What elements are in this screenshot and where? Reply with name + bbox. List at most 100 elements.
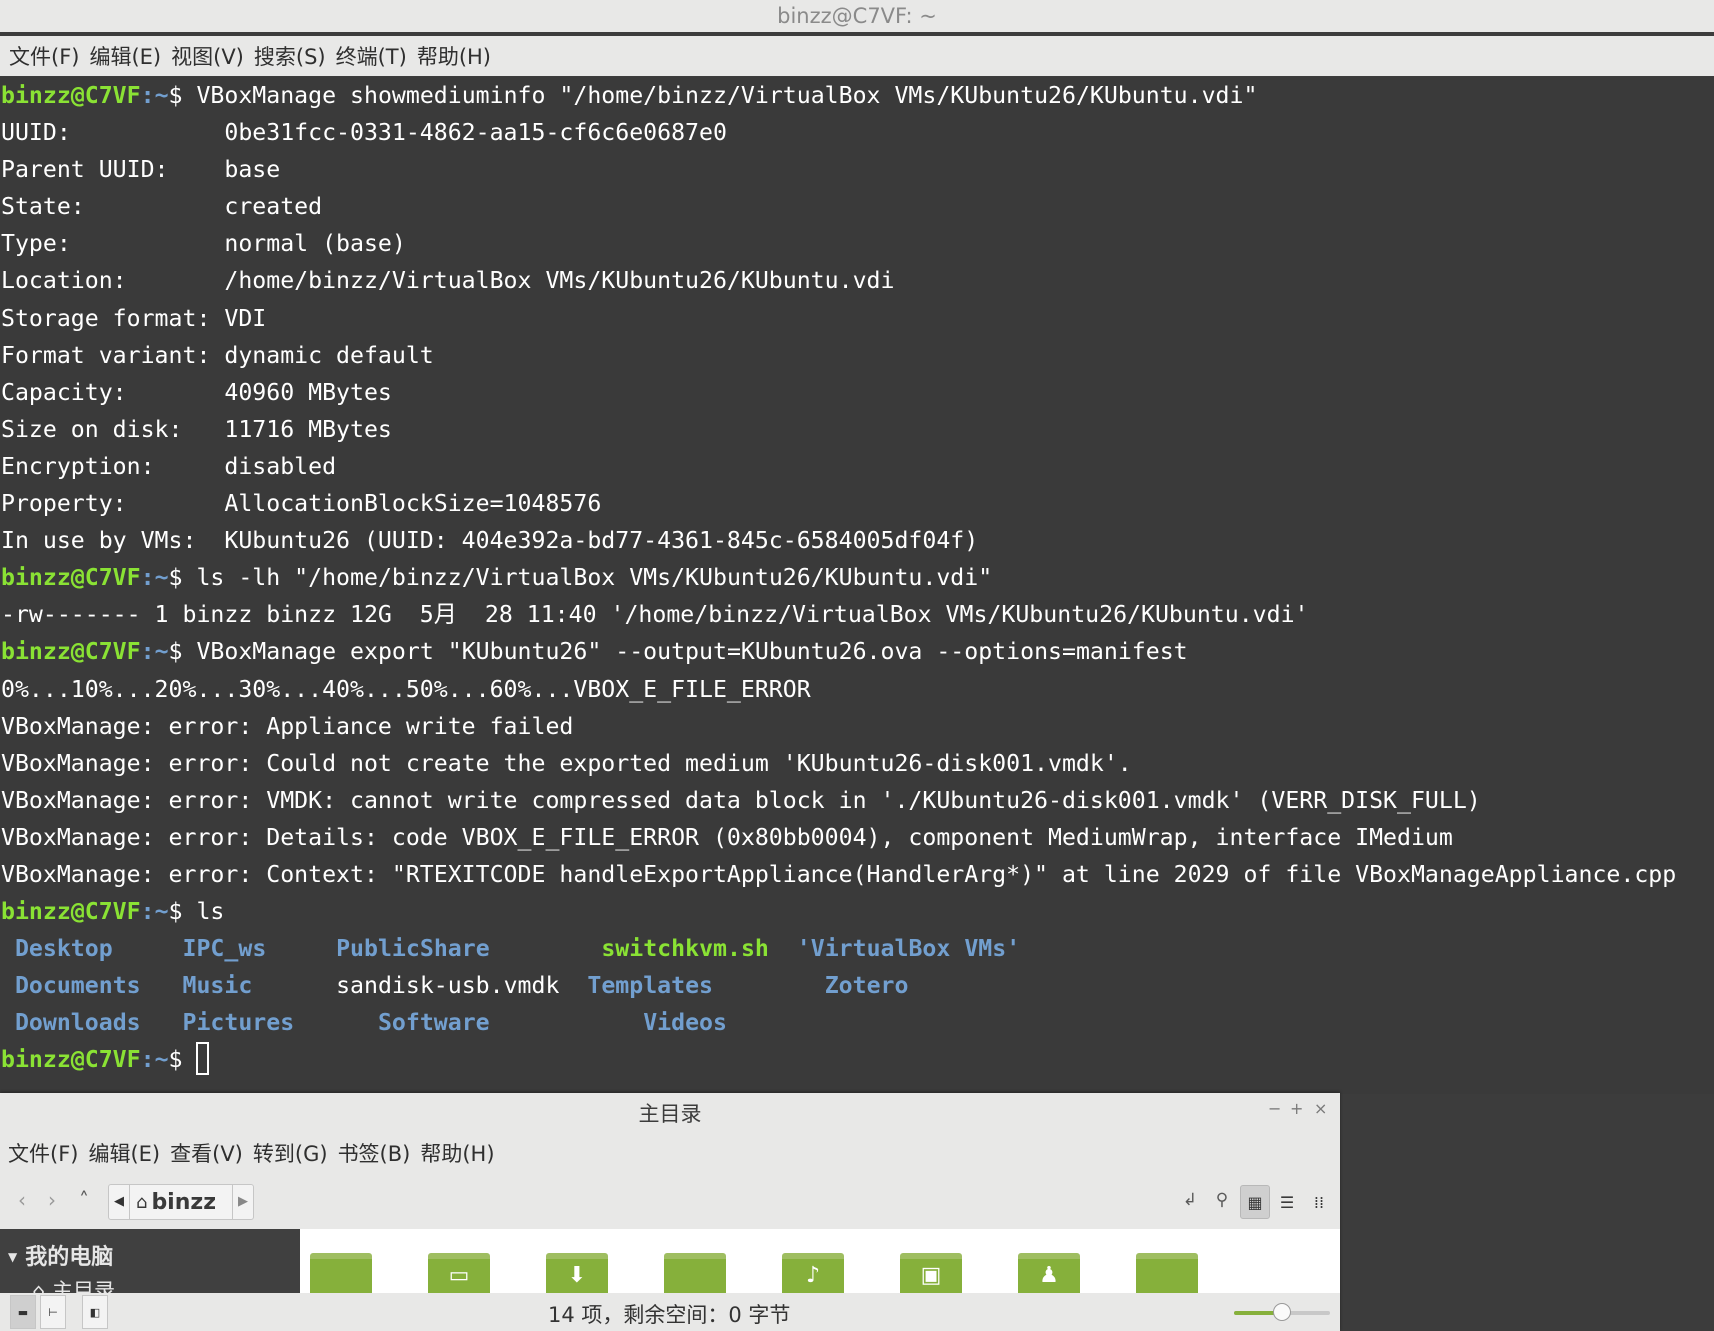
ls-entry: Pictures xyxy=(182,1009,295,1037)
error-line: VBoxManage: error: Could not create the … xyxy=(1,749,1132,777)
output-line: Size on disk: 11716 MBytes xyxy=(1,415,392,443)
terminal-menu-view[interactable]: 视图(V) xyxy=(171,41,244,71)
folder-desktop-icon[interactable] xyxy=(310,1253,372,1293)
terminal-menu-help[interactable]: 帮助(H) xyxy=(417,41,491,71)
terminal-title: binzz@C7VF: ~ xyxy=(777,4,937,28)
output-line: Format variant: dynamic default xyxy=(1,341,434,369)
folder-documents-icon[interactable]: ▭ xyxy=(428,1253,490,1293)
output-line: Capacity: 40960 MBytes xyxy=(1,378,392,406)
folder-generic-icon[interactable] xyxy=(1136,1253,1198,1293)
prompt-user: binzz@C7VF xyxy=(1,638,141,666)
file-manager-titlebar[interactable]: 主目录 − + × xyxy=(0,1093,1340,1133)
breadcrumb-item-home[interactable]: ⌂ binzz xyxy=(130,1190,216,1215)
fm-menu-file[interactable]: 文件(F) xyxy=(8,1138,78,1168)
search-icon[interactable]: ⚲ xyxy=(1210,1187,1234,1213)
command-text: VBoxManage export "KUbuntu26" --output=K… xyxy=(182,638,1188,666)
list-icon: ☰ xyxy=(1279,1192,1295,1212)
minimize-button[interactable]: − xyxy=(1268,1099,1281,1118)
prompt-line: binzz@C7VF:~$ ls xyxy=(1,893,1714,930)
fm-menu-go[interactable]: 转到(G) xyxy=(253,1138,328,1168)
sidebar-item-home[interactable]: ⌂ 主目录 xyxy=(32,1275,115,1293)
prompt-user: binzz@C7VF xyxy=(1,564,141,592)
ls-entry: Software xyxy=(377,1009,490,1037)
output-line: Encryption: disabled xyxy=(1,452,337,480)
breadcrumb-left-icon[interactable]: ◀ xyxy=(109,1185,130,1219)
hide-sidebar-button[interactable]: ◧ xyxy=(82,1295,108,1329)
home-icon: ⌂ xyxy=(136,1191,148,1213)
prompt-path: :~ xyxy=(140,564,169,592)
terminal-menu-edit[interactable]: 编辑(E) xyxy=(89,41,161,71)
prompt-path: :~ xyxy=(140,638,169,666)
tree-icon: ⊢ xyxy=(48,1305,58,1319)
location-toggle-icon[interactable]: ↲ xyxy=(1178,1187,1202,1213)
prompt-line: binzz@C7VF:~$ VBoxManage showmediuminfo … xyxy=(1,77,1714,114)
file-manager-title: 主目录 xyxy=(638,1102,702,1126)
maximize-button[interactable]: + xyxy=(1290,1099,1303,1118)
terminal-menu-terminal[interactable]: 终端(T) xyxy=(336,41,407,71)
home-icon: ⌂ xyxy=(32,1279,53,1293)
show-tree-button[interactable]: ⊢ xyxy=(40,1295,66,1329)
folder-music-icon[interactable]: ♪ xyxy=(782,1253,844,1293)
prompt-symbol: $ xyxy=(168,1046,183,1074)
error-line: VBoxManage: error: Details: code VBOX_E_… xyxy=(1,823,1453,851)
prompt-symbol: $ xyxy=(168,564,183,592)
file-manager-menubar: 文件(F) 编辑(E) 查看(V) 转到(G) 书签(B) 帮助(H) xyxy=(0,1133,1340,1173)
command-text: ls -lh "/home/binzz/VirtualBox VMs/KUbun… xyxy=(182,564,993,592)
ls-row: Desktop IPC_ws PublicShare switchkvm.sh … xyxy=(1,930,1714,967)
sidebar: ▼ 我的电脑 ⌂ 主目录 xyxy=(0,1229,300,1293)
output-line: Type: normal (base) xyxy=(1,230,406,258)
prompt-symbol: $ xyxy=(168,638,183,666)
folder-downloads-icon[interactable]: ⬇ xyxy=(546,1253,608,1293)
prompt-line: binzz@C7VF:~$ xyxy=(1,1041,1714,1078)
compact-list-icon: ⁞⁞ xyxy=(1313,1192,1325,1212)
fm-menu-help[interactable]: 帮助(H) xyxy=(420,1138,494,1168)
folder-public-icon[interactable]: ♟ xyxy=(1018,1253,1080,1293)
ls-entry: Templates xyxy=(587,972,714,1000)
output-line: 0%...10%...20%...30%...40%...50%...60%..… xyxy=(1,675,811,703)
sidebar-section-my-computer[interactable]: ▼ 我的电脑 xyxy=(8,1239,113,1271)
folder-generic-icon[interactable] xyxy=(664,1253,726,1293)
terminal-titlebar[interactable]: binzz@C7VF: ~ xyxy=(0,0,1714,32)
ls-entry: 'VirtualBox VMs' xyxy=(796,935,1021,963)
ls-entry: Documents xyxy=(14,972,141,1000)
terminal-output[interactable]: binzz@C7VF:~$ VBoxManage showmediuminfo … xyxy=(0,77,1714,1094)
zoom-slider-knob[interactable] xyxy=(1273,1303,1291,1321)
ls-entry: sandisk-usb.vmdk xyxy=(336,972,560,1000)
prompt-symbol: $ xyxy=(168,898,183,926)
compact-view-button[interactable]: ⁞⁞ xyxy=(1304,1185,1334,1219)
command-text: ls xyxy=(182,898,225,926)
forward-icon[interactable]: › xyxy=(40,1187,64,1213)
breadcrumb-right-icon[interactable]: ▶ xyxy=(232,1185,253,1219)
prompt-path: :~ xyxy=(140,82,169,109)
prompt-user: binzz@C7VF xyxy=(1,898,141,926)
ls-entry: Downloads xyxy=(14,1009,141,1037)
icon-view-button[interactable]: ▦ xyxy=(1240,1185,1270,1219)
output-line: Property: AllocationBlockSize=1048576 xyxy=(1,490,602,518)
zoom-slider[interactable] xyxy=(1234,1303,1330,1321)
fm-menu-bookmarks[interactable]: 书签(B) xyxy=(338,1138,411,1168)
grid-icon: ▦ xyxy=(1247,1192,1263,1212)
status-text: 14 项，剩余空间：0 字节 xyxy=(548,1303,791,1327)
output-line: UUID: 0be31fcc-0331-4862-aa15-cf6c6e0687… xyxy=(1,119,727,147)
back-icon[interactable]: ‹ xyxy=(10,1187,34,1213)
fm-menu-edit[interactable]: 编辑(E) xyxy=(88,1138,160,1168)
up-icon[interactable]: ˄ xyxy=(72,1187,96,1213)
ls-entry: Music xyxy=(182,972,253,1000)
terminal-menu-search[interactable]: 搜索(S) xyxy=(254,41,326,71)
prompt-user: binzz@C7VF xyxy=(1,1046,141,1074)
folder-pictures-icon[interactable]: ▣ xyxy=(900,1253,962,1293)
close-button[interactable]: × xyxy=(1314,1099,1327,1118)
prompt-path: :~ xyxy=(140,898,169,926)
fm-menu-view[interactable]: 查看(V) xyxy=(170,1138,243,1168)
terminal-menu-file[interactable]: 文件(F) xyxy=(9,41,79,71)
text-cursor xyxy=(196,1042,210,1076)
breadcrumb-label: binzz xyxy=(151,1189,216,1215)
output-line: Location: /home/binzz/VirtualBox VMs/KUb… xyxy=(1,267,895,295)
show-places-button[interactable]: ▬ xyxy=(10,1295,36,1329)
output-line: Parent UUID: base xyxy=(1,156,281,184)
error-line: VBoxManage: error: Appliance write faile… xyxy=(1,712,574,740)
list-view-button[interactable]: ☰ xyxy=(1272,1185,1302,1219)
file-manager-window: 主目录 − + × 文件(F) 编辑(E) 查看(V) 转到(G) 书签(B) … xyxy=(0,1093,1340,1331)
error-line: VBoxManage: error: Context: "RTEXITCODE … xyxy=(1,860,1677,888)
command-text: VBoxManage showmediuminfo "/home/binzz/V… xyxy=(182,82,1258,109)
